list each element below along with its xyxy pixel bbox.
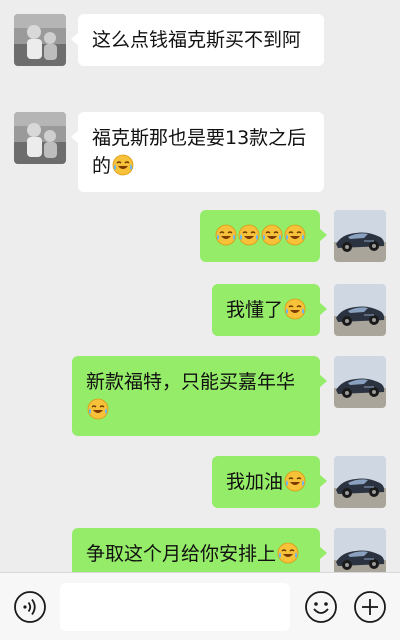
self-avatar[interactable] — [334, 528, 386, 572]
message-bubble[interactable]: 福克斯那也是要13款之后的 — [71, 112, 324, 192]
message-input[interactable] — [60, 583, 290, 631]
laughing-tears-emoji-icon — [87, 398, 109, 420]
laughing-tears-emoji-icon — [284, 224, 306, 246]
self-avatar[interactable] — [334, 284, 386, 336]
laughing-tears-emoji-icon — [284, 298, 306, 320]
message-bubble[interactable] — [200, 210, 327, 262]
chat-area[interactable]: 这么点钱福克斯买不到阿 福克斯那也是要13款之后的 我懂了 新款福特，只能买嘉年… — [0, 0, 400, 572]
message-bubble[interactable]: 我加油 — [211, 456, 328, 508]
laughing-tears-emoji-icon — [261, 224, 283, 246]
message-text: 这么点钱福克斯买不到阿 — [92, 29, 302, 51]
laughing-tears-emoji-icon — [238, 224, 260, 246]
voice-icon[interactable] — [13, 590, 47, 624]
self-avatar[interactable] — [334, 456, 386, 508]
laughing-tears-emoji-icon — [112, 154, 134, 176]
message-text: 争取这个月给你安排上 — [86, 543, 277, 565]
plus-icon[interactable] — [353, 590, 387, 624]
message-bubble[interactable]: 争取这个月给你安排上 — [72, 528, 327, 572]
emoji-icon[interactable] — [304, 590, 338, 624]
message-text: 我懂了 — [225, 299, 283, 321]
message-bubble[interactable]: 新款福特，只能买嘉年华 — [72, 356, 327, 436]
self-avatar[interactable] — [334, 356, 386, 408]
laughing-tears-emoji-icon — [215, 224, 237, 246]
message-text: 新款福特，只能买嘉年华 — [86, 371, 296, 393]
message-bubble[interactable]: 这么点钱福克斯买不到阿 — [71, 14, 324, 66]
contact-avatar[interactable] — [14, 112, 66, 164]
self-avatar[interactable] — [334, 210, 386, 262]
message-bubble[interactable]: 我懂了 — [211, 284, 328, 336]
message-text: 我加油 — [225, 471, 283, 493]
laughing-tears-emoji-icon — [284, 470, 306, 492]
contact-avatar[interactable] — [14, 14, 66, 66]
laughing-tears-emoji-icon — [277, 542, 299, 564]
message-composer — [0, 572, 400, 640]
